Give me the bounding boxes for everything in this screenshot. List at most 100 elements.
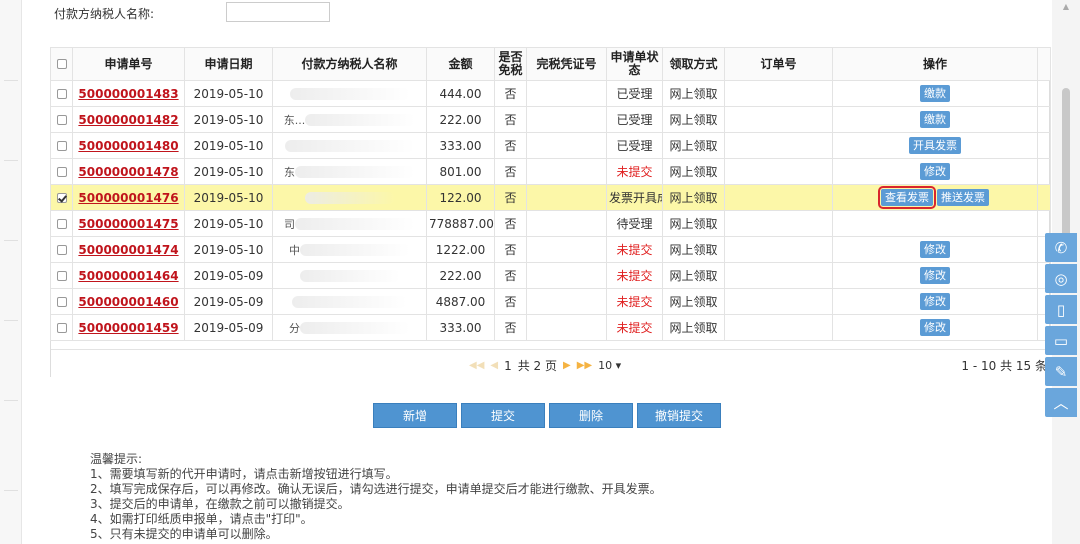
table-row[interactable]: 500000001460 2019-05-09 4887.00 否 未提交 网上领取 修改 bbox=[50, 288, 1051, 315]
row-select-cell bbox=[50, 158, 73, 185]
row-checkbox[interactable] bbox=[56, 89, 67, 99]
current-page[interactable]: 1 bbox=[504, 359, 512, 373]
order-cell bbox=[724, 106, 833, 133]
tablet-icon[interactable]: ▭ bbox=[1045, 326, 1077, 355]
page-size-select[interactable]: 10 ▾ bbox=[598, 359, 621, 372]
order-cell bbox=[724, 288, 833, 315]
row-checkbox[interactable] bbox=[56, 245, 67, 255]
application-id-link[interactable]: 500000001475 bbox=[78, 217, 178, 231]
row-action-button[interactable]: 推送发票 bbox=[937, 189, 989, 206]
delete-button[interactable]: 删除 bbox=[549, 403, 633, 428]
row-action-button[interactable]: 修改 bbox=[920, 267, 950, 284]
mobile-icon[interactable]: ▯ bbox=[1045, 295, 1077, 324]
scroll-up-icon[interactable]: ▲ bbox=[1060, 2, 1072, 12]
table-row[interactable]: 500000001483 2019-05-10 444.00 否 已受理 网上领取 缴款 bbox=[50, 80, 1051, 107]
row-action-button[interactable]: 修改 bbox=[920, 241, 950, 258]
header-date[interactable]: 申请日期 bbox=[184, 47, 273, 81]
header-order[interactable]: 订单号 bbox=[724, 47, 833, 81]
application-id-link[interactable]: 500000001480 bbox=[78, 139, 178, 153]
row-checkbox[interactable] bbox=[56, 323, 67, 333]
pickup-cell: 网上领取 bbox=[662, 236, 725, 263]
select-all-checkbox[interactable] bbox=[56, 59, 67, 69]
back-to-top-icon[interactable]: ︿ bbox=[1045, 388, 1077, 417]
feedback-icon[interactable]: ✎ bbox=[1045, 357, 1077, 386]
row-checkbox[interactable] bbox=[56, 271, 67, 281]
header-payer-name[interactable]: 付款方纳税人名称 bbox=[272, 47, 427, 81]
table-row[interactable]: 500000001475 2019-05-10 司 778887.00 否 待受理 网上领取 bbox=[50, 210, 1051, 237]
row-action-button[interactable]: 缴款 bbox=[920, 111, 950, 128]
first-page-icon[interactable]: ◀◀ bbox=[469, 360, 484, 371]
row-checkbox[interactable] bbox=[56, 297, 67, 307]
application-id-link[interactable]: 500000001478 bbox=[78, 165, 178, 179]
row-checkbox[interactable] bbox=[56, 167, 67, 177]
application-id-link[interactable]: 500000001482 bbox=[78, 113, 178, 127]
redacted-block bbox=[305, 114, 416, 126]
table-row[interactable]: 500000001482 2019-05-10 东... 222.00 否 已受理 网上领取… bbox=[50, 106, 1051, 133]
payer-name-cell bbox=[272, 288, 427, 315]
status-cell: 发票开具成 bbox=[606, 184, 663, 211]
redacted-block bbox=[295, 218, 415, 230]
exempt-cell: 否 bbox=[494, 158, 527, 185]
pickup-cell: 网上领取 bbox=[662, 184, 725, 211]
submit-button[interactable]: 提交 bbox=[461, 403, 545, 428]
row-action-button[interactable]: 修改 bbox=[920, 293, 950, 310]
amount-cell: 444.00 bbox=[426, 80, 495, 107]
application-id-link[interactable]: 500000001464 bbox=[78, 269, 178, 283]
weibo-icon[interactable]: ◎ bbox=[1045, 264, 1077, 293]
status-cell: 待受理 bbox=[606, 210, 663, 237]
amount-cell: 222.00 bbox=[426, 106, 495, 133]
wechat-icon[interactable]: ✆ bbox=[1045, 233, 1077, 262]
row-checkbox[interactable] bbox=[56, 219, 67, 229]
header-id[interactable]: 申请单号 bbox=[72, 47, 185, 81]
date-cell: 2019-05-10 bbox=[184, 80, 273, 107]
application-id-link[interactable]: 500000001459 bbox=[78, 321, 178, 335]
vertical-scrollbar[interactable] bbox=[1062, 88, 1070, 248]
table-row[interactable]: 500000001480 2019-05-10 333.00 否 已受理 网上领取 开具发票 bbox=[50, 132, 1051, 159]
amount-cell: 333.00 bbox=[426, 314, 495, 341]
application-id-link[interactable]: 500000001474 bbox=[78, 243, 178, 257]
revoke-submit-button[interactable]: 撤销提交 bbox=[637, 403, 721, 428]
exempt-cell: 否 bbox=[494, 314, 527, 341]
table-row[interactable]: 500000001464 2019-05-09 222.00 否 未提交 网上领取 修改 bbox=[50, 262, 1051, 289]
row-action-button[interactable]: 查看发票 bbox=[878, 186, 936, 209]
header-amount[interactable]: 金额 bbox=[426, 47, 495, 81]
payer-name-text: 东... bbox=[283, 113, 306, 127]
tax-cert-cell bbox=[526, 210, 607, 237]
tip-line: 3、提交后的申请单，在缴款之前可以撤销提交。 bbox=[90, 497, 350, 511]
row-select-cell bbox=[50, 132, 73, 159]
application-id-link[interactable]: 500000001483 bbox=[78, 87, 178, 101]
payer-name-input[interactable] bbox=[226, 2, 330, 22]
table-row[interactable]: 500000001474 2019-05-10 中 1222.00 否 未提交 网上领取 修改 bbox=[50, 236, 1051, 263]
payer-name-cell: 东 bbox=[272, 158, 427, 185]
last-page-icon[interactable]: ▶▶ bbox=[577, 360, 592, 371]
prev-page-icon[interactable]: ◀ bbox=[490, 360, 498, 371]
header-tax-cert[interactable]: 完税凭证号 bbox=[526, 47, 607, 81]
header-status[interactable]: 申请单状态 bbox=[606, 47, 663, 81]
order-cell bbox=[724, 314, 833, 341]
next-page-icon[interactable]: ▶ bbox=[563, 360, 571, 371]
table-row[interactable]: 500000001478 2019-05-10 东 801.00 否 未提交 网上领取 修改 bbox=[50, 158, 1051, 185]
application-id-link[interactable]: 500000001460 bbox=[78, 295, 178, 309]
operations-cell: 开具发票 bbox=[832, 132, 1038, 159]
amount-cell: 122.00 bbox=[426, 184, 495, 211]
application-id-link[interactable]: 500000001476 bbox=[78, 191, 178, 205]
row-action-button[interactable]: 开具发票 bbox=[909, 137, 961, 154]
row-action-button[interactable]: 修改 bbox=[920, 319, 950, 336]
table-row[interactable]: 500000001459 2019-05-09 分 333.00 否 未提交 网上领取 修改 bbox=[50, 314, 1051, 341]
row-action-button[interactable]: 修改 bbox=[920, 163, 950, 180]
table-row[interactable]: 500000001476 2019-05-10 122.00否 发票开具成网上领取 查看… bbox=[50, 184, 1051, 211]
header-pickup[interactable]: 领取方式 bbox=[662, 47, 725, 81]
pickup-cell: 网上领取 bbox=[662, 80, 725, 107]
status-cell: 未提交 bbox=[606, 158, 663, 185]
row-select-cell bbox=[50, 262, 73, 289]
payer-name-cell: 东... bbox=[272, 106, 427, 133]
row-checkbox[interactable] bbox=[56, 115, 67, 125]
left-rail bbox=[0, 0, 22, 544]
row-checkbox[interactable] bbox=[56, 193, 67, 203]
add-button[interactable]: 新增 bbox=[373, 403, 457, 428]
row-action-button[interactable]: 缴款 bbox=[920, 85, 950, 102]
status-cell: 已受理 bbox=[606, 132, 663, 159]
row-checkbox[interactable] bbox=[56, 141, 67, 151]
header-exempt[interactable]: 是否免税 bbox=[494, 47, 527, 81]
order-cell bbox=[724, 262, 833, 289]
